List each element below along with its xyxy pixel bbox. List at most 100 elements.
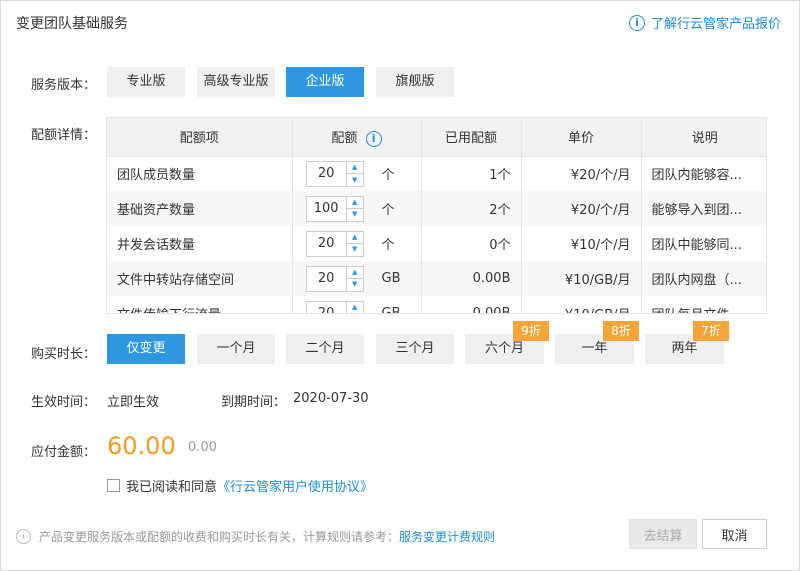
duration-option-3-months[interactable]: 三个月 xyxy=(376,334,454,364)
col-header-quota: 配额 i xyxy=(292,118,422,157)
quota-stepper[interactable]: 20 ▲▼ xyxy=(305,230,364,257)
quota-desc: 团队每月文件... xyxy=(641,296,766,313)
checkout-button[interactable]: 去结算 xyxy=(629,519,697,549)
increment-icon[interactable]: ▲ xyxy=(347,197,363,209)
payment-label: 应付金额： xyxy=(31,445,97,460)
quota-unit: 个 xyxy=(381,203,395,218)
edition-label: 服务版本： xyxy=(31,78,97,93)
increment-icon[interactable]: ▲ xyxy=(347,162,363,174)
footer-note-text: 产品变更服务版本或配额的收费和购买时长有关，计算规则请参考： xyxy=(39,530,400,544)
quota-unit: GB xyxy=(381,271,401,286)
quota-desc: 团队内网盘（... xyxy=(641,261,766,296)
quota-used: 1个 xyxy=(421,156,522,191)
quota-item-name: 并发会话数量 xyxy=(107,226,293,261)
table-row: 文件中转站存储空间 20 ▲ ▼ GB 0.00B ¥10/GB/月 团队内网盘（… xyxy=(107,261,766,296)
quota-value[interactable]: 20 xyxy=(307,302,346,314)
quota-item-name: 文件传输下行流量 xyxy=(107,296,293,313)
quota-cell: 20 ▲▼ GB xyxy=(292,261,422,296)
quota-unit: 个 xyxy=(381,168,395,184)
quota-price: ¥20/个/月 xyxy=(521,156,642,191)
quota-price: ¥10/个/月 xyxy=(521,226,642,261)
dialog-title: 变更团队基础服务 xyxy=(16,16,128,32)
decrement-icon[interactable]: ▼ xyxy=(346,208,363,221)
quota-cell: 20 ▲▼ GB xyxy=(292,296,422,314)
quota-desc: 团队内能够容... xyxy=(651,168,742,184)
increment-icon[interactable]: ▲ xyxy=(347,302,363,314)
pricing-help-label: 了解行云管家产品报价 xyxy=(650,17,781,32)
duration-label: 购买时长： xyxy=(31,347,97,362)
quota-item-name: 团队成员数量 xyxy=(107,156,293,191)
quota-stepper[interactable]: 20 ▲▼ xyxy=(305,265,364,292)
table-row: 文件传输下行流量 20 ▲▼ GB 0.00B ¥10/GB/月 团队每月文件.… xyxy=(107,296,766,314)
quota-header-row: 配额项 配额 i 已用配额 单价 说明 xyxy=(107,118,766,157)
col-header-desc: 说明 xyxy=(641,118,766,157)
duration-option-change-only[interactable]: 仅变更 xyxy=(107,334,185,364)
quota-info-icon[interactable]: i xyxy=(365,130,382,147)
quota-cell: 20 ▲ ▼ 个 xyxy=(292,156,422,191)
quota-price: ¥20/个/月 xyxy=(521,191,642,226)
quota-price: ¥10/GB/月 xyxy=(521,296,642,313)
quota-price: ¥10/GB/月 xyxy=(521,261,642,296)
duration-option-1-month[interactable]: 一个月 xyxy=(197,334,275,364)
col-header-item: 配额项 xyxy=(107,118,293,157)
quota-unit: 个 xyxy=(381,238,395,253)
quota-used: 2个 xyxy=(421,191,522,226)
discount-badge-2-years: 7折 xyxy=(693,321,729,341)
quota-stepper[interactable]: 100 ▲ ▼ xyxy=(305,195,364,222)
cancel-button[interactable]: 取消 xyxy=(702,519,767,549)
quota-item-name: 基础资产数量 xyxy=(107,191,293,226)
quota-stepper[interactable]: 20 ▲▼ xyxy=(305,300,364,314)
quota-value[interactable]: 20 xyxy=(307,232,346,256)
quota-used: 0个 xyxy=(421,226,522,261)
expire-label: 到期时间： xyxy=(221,395,287,410)
discount-badge-6-months: 9折 xyxy=(513,321,549,341)
info-icon: i xyxy=(628,14,645,31)
payment-original: 0.00 xyxy=(188,440,217,455)
quota-item-name: 文件中转站存储空间 xyxy=(107,261,293,296)
quota-unit: GB xyxy=(381,306,401,314)
effective-value: 立即生效 xyxy=(107,395,160,410)
quota-value[interactable]: 20 xyxy=(307,267,346,291)
quota-used: 0.00B xyxy=(421,261,522,296)
quota-stepper[interactable]: 20 ▲▼ xyxy=(305,160,364,187)
col-header-price: 单价 xyxy=(521,118,642,157)
decrement-icon[interactable]: ▼ xyxy=(346,243,363,256)
table-row: 团队成员数量 20 ▲ ▼ 个 1个 ¥20/个/月 团队内能够容... xyxy=(107,156,766,191)
agreement-text: 我已阅读和同意 xyxy=(126,480,218,495)
col-header-used: 已用配额 xyxy=(421,118,522,157)
quota-used: 0.00B xyxy=(421,296,522,313)
rule-link[interactable]: 服务变更计费规则 xyxy=(399,528,495,545)
quota-value[interactable]: 100 xyxy=(307,197,346,221)
increment-icon[interactable]: ▲ xyxy=(347,232,363,244)
quota-label: 配额详情： xyxy=(31,128,97,143)
decrement-icon[interactable]: ▼ xyxy=(347,313,363,314)
duration-option-2-months[interactable]: 二个月 xyxy=(286,334,364,364)
quota-cell: 20 ▲ ▼ 个 xyxy=(292,226,422,261)
table-row: 并发会话数量 20 ▲ ▼ 个 0个 ¥10/个/月 团队中能够同... xyxy=(107,226,766,261)
quota-table[interactable]: 配额项 配额 i 已用配额 单价 说明 团队成员数量 20 ▲ ▼ 个 1个 ¥… xyxy=(106,117,767,314)
quota-desc: 能够导入到团... xyxy=(641,191,766,226)
increment-icon[interactable]: ▲ xyxy=(347,267,363,279)
info-icon: i xyxy=(16,529,31,544)
footer-note: i 产品变更服务版本或配额的收费和购买时长有关，计算规则请参考： 服务变更计费规… xyxy=(16,528,495,545)
pricing-help-link[interactable]: i 了解行云管家产品报价 xyxy=(628,13,781,32)
agreement-row: 我已阅读和同意 《行云管家用户使用协议》 xyxy=(107,476,373,495)
payment-amount: 60.00 xyxy=(107,432,176,460)
effective-label: 生效时间： xyxy=(31,395,97,410)
agreement-link[interactable]: 《行云管家用户使用协议》 xyxy=(217,476,373,495)
discount-badge-1-year: 8折 xyxy=(603,321,639,341)
agreement-checkbox[interactable] xyxy=(107,479,120,492)
edition-option-pro[interactable]: 专业版 xyxy=(107,67,185,97)
edition-option-advanced-pro[interactable]: 高级专业版 xyxy=(197,67,275,97)
quota-cell: 100 ▲ ▼ 个 xyxy=(292,191,422,226)
expire-value: 2020-07-30 xyxy=(293,391,369,406)
decrement-icon[interactable]: ▼ xyxy=(346,173,363,186)
quota-desc: 团队中能够同... xyxy=(651,238,742,253)
col-header-quota-label: 配额 xyxy=(331,131,358,146)
change-service-dialog: 变更团队基础服务 i 了解行云管家产品报价 服务版本： 专业版 高级专业版 企业… xyxy=(0,0,800,571)
quota-value[interactable]: 20 xyxy=(307,162,346,186)
table-row: 基础资产数量 100 ▲ ▼ 个 2个 ¥20/个/月 能够导入到团... xyxy=(107,191,766,226)
decrement-icon[interactable]: ▼ xyxy=(346,278,363,291)
edition-option-flagship[interactable]: 旗舰版 xyxy=(376,67,454,97)
edition-option-enterprise[interactable]: 企业版 xyxy=(286,67,364,97)
